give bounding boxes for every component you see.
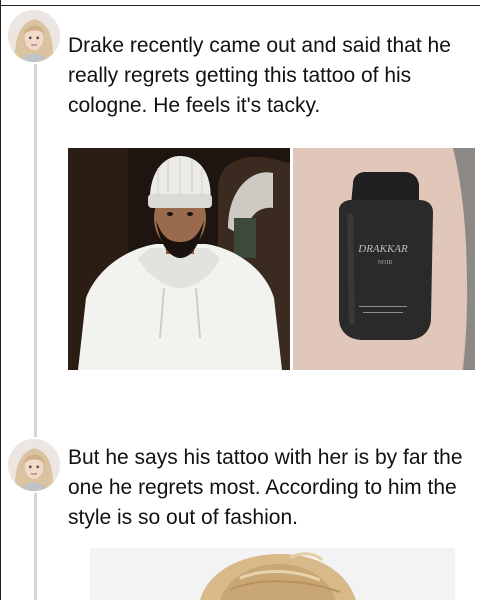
post-text: But he says his tattoo with her is by fa…: [68, 446, 463, 529]
top-border: [0, 5, 480, 6]
author-avatar[interactable]: [6, 437, 62, 493]
post-text: Drake recently came out and said that he…: [68, 34, 451, 117]
avatar-portrait-icon: [8, 439, 60, 491]
left-border: [0, 0, 1, 600]
tattoo-sub-label: NOIR: [378, 260, 393, 266]
post-photo-tattoo[interactable]: DRAKKAR NOIR: [293, 148, 475, 370]
post-photo-drake[interactable]: [68, 148, 290, 370]
avatar-portrait-icon: [8, 10, 60, 62]
post-photo-hair[interactable]: [90, 548, 455, 600]
photo-cologne-bottle-tattoo: DRAKKAR NOIR: [293, 148, 475, 370]
tattoo-brand-label: DRAKKAR: [357, 243, 408, 255]
author-avatar[interactable]: [6, 8, 62, 64]
photo-drake-white-hoodie: [68, 148, 290, 370]
thread-line: [34, 60, 37, 600]
photo-blonde-hair-partial: [90, 548, 455, 600]
